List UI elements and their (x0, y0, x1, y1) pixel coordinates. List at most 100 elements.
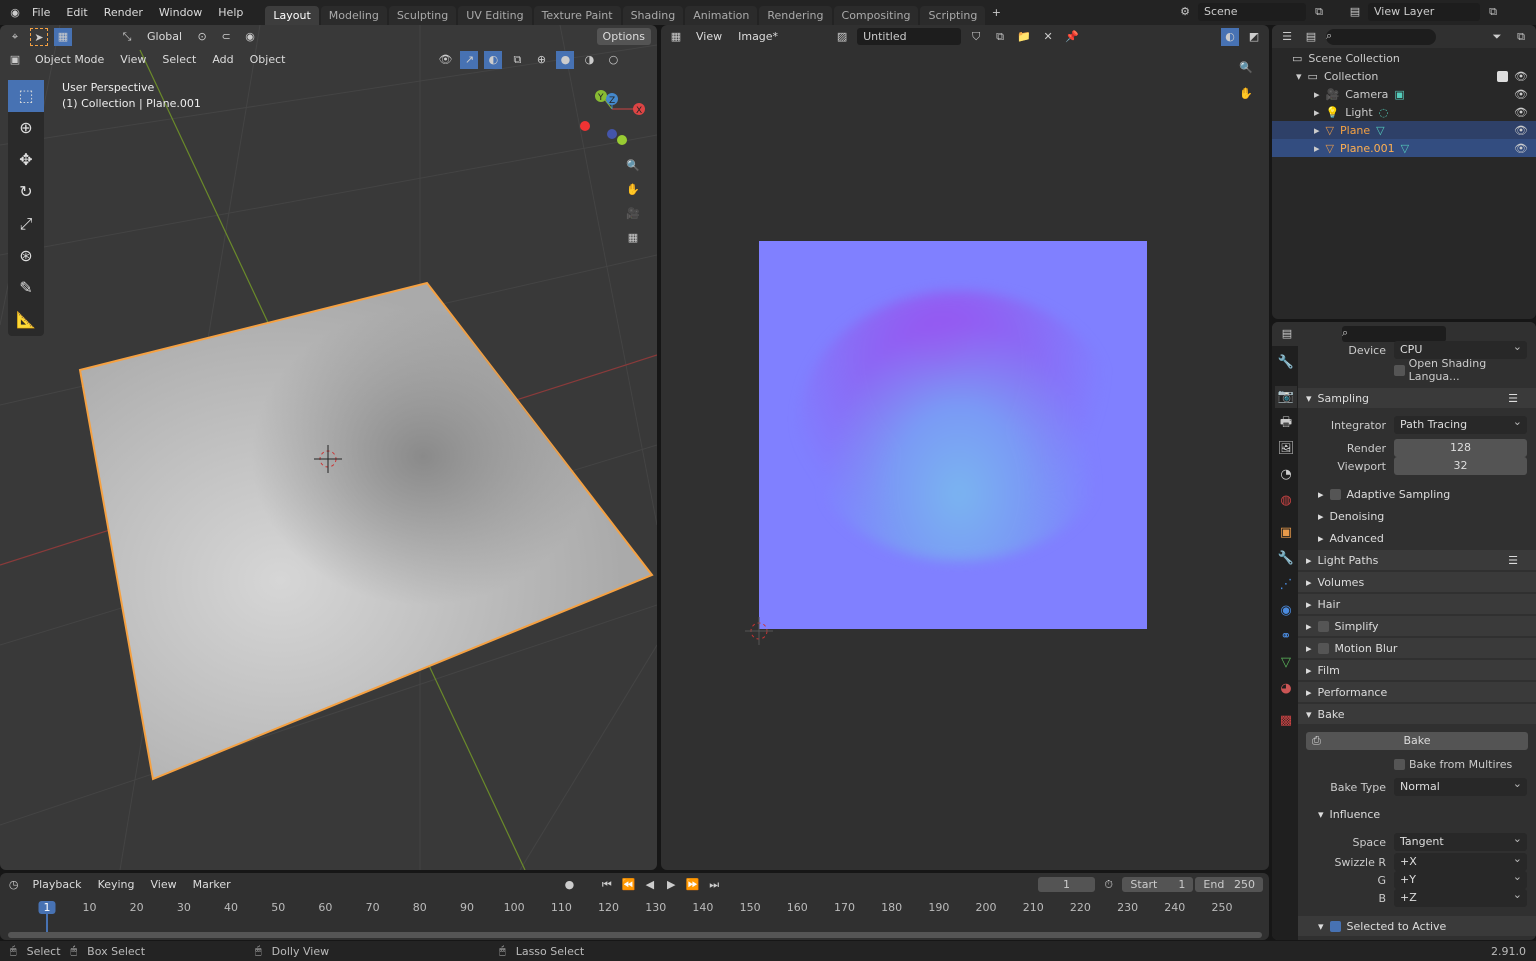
end-frame-field[interactable]: End 250 (1195, 877, 1263, 892)
timeline[interactable]: ◷ Playback Keying View Marker ● ⏮ ⏪ ◀ ▶ … (0, 873, 1269, 940)
tab-uv-editing[interactable]: UV Editing (458, 6, 532, 25)
menu-object[interactable]: Object (245, 51, 291, 68)
osl-checkbox-row[interactable]: Open Shading Langua... (1298, 357, 1536, 383)
outliner-item-plane[interactable]: ▸ ▽ Plane ▽ 👁 (1272, 121, 1536, 139)
new-scene-icon[interactable]: ⧉ (1310, 3, 1328, 21)
menu-keying[interactable]: Keying (93, 876, 140, 893)
panel-motion-blur[interactable]: ▸ Motion Blur (1298, 638, 1536, 658)
image-name-field[interactable]: Untitled (857, 28, 962, 45)
menu-select[interactable]: Select (157, 51, 201, 68)
advanced-subpanel[interactable]: ▸ Advanced (1298, 528, 1536, 548)
eye-icon[interactable]: 👁 (1514, 88, 1528, 101)
influence-subpanel[interactable]: ▾ Influence (1298, 804, 1536, 824)
outliner-search-input[interactable]: ⌕ (1326, 28, 1436, 45)
transform-orientation-icon[interactable]: ⤡ (118, 28, 136, 46)
new-view-layer-icon[interactable]: ⧉ (1484, 3, 1502, 21)
camera-data-icon[interactable]: ▣ (1394, 88, 1404, 101)
bake-button[interactable]: ⎙ Bake (1306, 732, 1528, 750)
unlink-image-icon[interactable]: ✕ (1039, 28, 1057, 46)
physics-tab-icon[interactable]: ◉ (1275, 600, 1297, 622)
panel-volumes[interactable]: ▸ Volumes (1298, 572, 1536, 592)
editor-type-icon[interactable]: ▦ (667, 28, 685, 46)
data-tab-icon[interactable]: ▽ (1275, 652, 1297, 674)
tab-compositing[interactable]: Compositing (833, 6, 919, 25)
integrator-dropdown[interactable]: Path Tracing (1394, 413, 1527, 434)
eye-icon[interactable]: 👁 (1514, 70, 1528, 83)
play-reverse-icon[interactable]: ◀ (642, 876, 657, 894)
bake-multires-row[interactable]: Bake from Multires (1298, 754, 1536, 774)
outliner-item-camera[interactable]: ▸ 🎥 Camera ▣ 👁 (1272, 85, 1536, 103)
view-layer-icon[interactable]: ▤ (1346, 3, 1364, 21)
panel-hair[interactable]: ▸ Hair (1298, 594, 1536, 614)
view-layer-field[interactable]: View Layer (1368, 3, 1480, 21)
zoom-icon[interactable]: 🔍 (624, 157, 642, 175)
select-tool-icon[interactable]: ➤ (30, 27, 48, 46)
xray-icon[interactable]: ⧉ (508, 51, 526, 69)
menu-edit[interactable]: Edit (58, 6, 95, 19)
new-collection-icon[interactable]: ⧉ (1512, 28, 1530, 46)
texture-tab-icon[interactable]: ▩ (1275, 710, 1297, 732)
menu-window[interactable]: Window (151, 6, 210, 19)
swizzle-r-dropdown[interactable]: +X (1394, 850, 1527, 871)
editor-type-icon[interactable]: ☰ (1278, 28, 1296, 46)
outliner-item-light[interactable]: ▸ 💡 Light ◌ 👁 (1272, 103, 1536, 121)
view-layer-tab-icon[interactable]: 🖼 (1275, 438, 1297, 460)
adaptive-sampling-subpanel[interactable]: ▸ Adaptive Sampling (1298, 484, 1536, 504)
move-tool[interactable]: ✥ (8, 144, 44, 176)
camera-view-icon[interactable]: 🎥 (624, 205, 642, 223)
expand-arrow-icon[interactable]: ▸ (1314, 124, 1320, 137)
menu-view[interactable]: View (146, 876, 182, 893)
blender-logo-icon[interactable]: ◉ (6, 4, 24, 22)
eye-icon[interactable]: 👁 (1514, 106, 1528, 119)
menu-marker[interactable]: Marker (188, 876, 236, 893)
transform-orientation-dropdown[interactable]: Global (142, 28, 187, 45)
swizzle-b-dropdown[interactable]: +Z (1394, 886, 1527, 907)
frame-ruler[interactable]: 1 10 20 30 40 50 60 70 80 90 100 110 120 130 140 150 160… (0, 897, 1269, 917)
tab-scripting[interactable]: Scripting (920, 6, 986, 25)
scene-tab-icon[interactable]: ◔ (1275, 464, 1297, 486)
bake-multires-checkbox[interactable] (1394, 758, 1405, 770)
filter-icon[interactable]: ⏷ (1488, 28, 1506, 46)
jump-keyframe-forward-icon[interactable]: ⏩ (685, 876, 700, 894)
overlay-toggle-icon[interactable]: ◐ (484, 50, 503, 69)
editor-type-icon[interactable]: ⌖ (6, 28, 24, 46)
mode-dropdown[interactable]: Object Mode (30, 51, 109, 68)
tab-modeling[interactable]: Modeling (320, 6, 387, 25)
mesh-data-icon[interactable]: ▽ (1376, 124, 1384, 137)
adaptive-sampling-checkbox[interactable] (1329, 488, 1341, 500)
selected-to-active-checkbox[interactable] (1329, 920, 1341, 932)
outliner-item-plane-001[interactable]: ▸ ▽ Plane.001 ▽ 👁 (1272, 139, 1536, 157)
modifier-tab-icon[interactable]: 🔧 (1275, 548, 1297, 570)
presets-icon[interactable]: ☰ (1508, 554, 1518, 567)
osl-checkbox[interactable] (1394, 364, 1405, 376)
select-box-tool[interactable]: ⬚ (8, 80, 44, 112)
tab-texture-paint[interactable]: Texture Paint (533, 6, 621, 25)
new-image-icon[interactable]: ⧉ (991, 28, 1009, 46)
editor-type-icon[interactable]: ▤ (1278, 325, 1296, 343)
display-mode-icon[interactable]: ▤ (1302, 28, 1320, 46)
tab-rendering[interactable]: Rendering (759, 6, 832, 25)
light-data-icon[interactable]: ◌ (1379, 106, 1389, 119)
record-icon[interactable]: ● (562, 876, 577, 894)
measure-tool[interactable]: 📐 (8, 304, 44, 336)
menu-image[interactable]: Image* (733, 28, 783, 45)
proportional-edit-icon[interactable]: ◉ (241, 28, 259, 46)
exclude-checkbox[interactable] (1497, 70, 1509, 82)
object-tab-icon[interactable]: ▣ (1275, 522, 1297, 544)
menu-render[interactable]: Render (96, 6, 151, 19)
solid-shading-icon[interactable]: ● (556, 50, 575, 69)
expand-arrow-icon[interactable]: ▸ (1314, 142, 1320, 155)
open-image-icon[interactable]: 📁 (1015, 28, 1033, 46)
tab-layout[interactable]: Layout (265, 6, 319, 25)
transform-tool[interactable]: ⊛ (8, 240, 44, 272)
panel-performance[interactable]: ▸ Performance (1298, 682, 1536, 702)
add-workspace-icon[interactable]: + (987, 4, 1005, 22)
collection-row[interactable]: ▾ ▭ Collection 👁 (1272, 67, 1536, 85)
particles-tab-icon[interactable]: ⋰ (1275, 574, 1297, 596)
world-tab-icon[interactable]: ◍ (1275, 490, 1297, 512)
rendered-shading-icon[interactable]: ○ (604, 51, 622, 69)
material-shading-icon[interactable]: ◑ (580, 51, 598, 69)
expand-arrow-icon[interactable]: ▾ (1296, 70, 1302, 83)
menu-file[interactable]: File (24, 6, 58, 19)
scene-icon[interactable]: ⚙ (1176, 3, 1194, 21)
